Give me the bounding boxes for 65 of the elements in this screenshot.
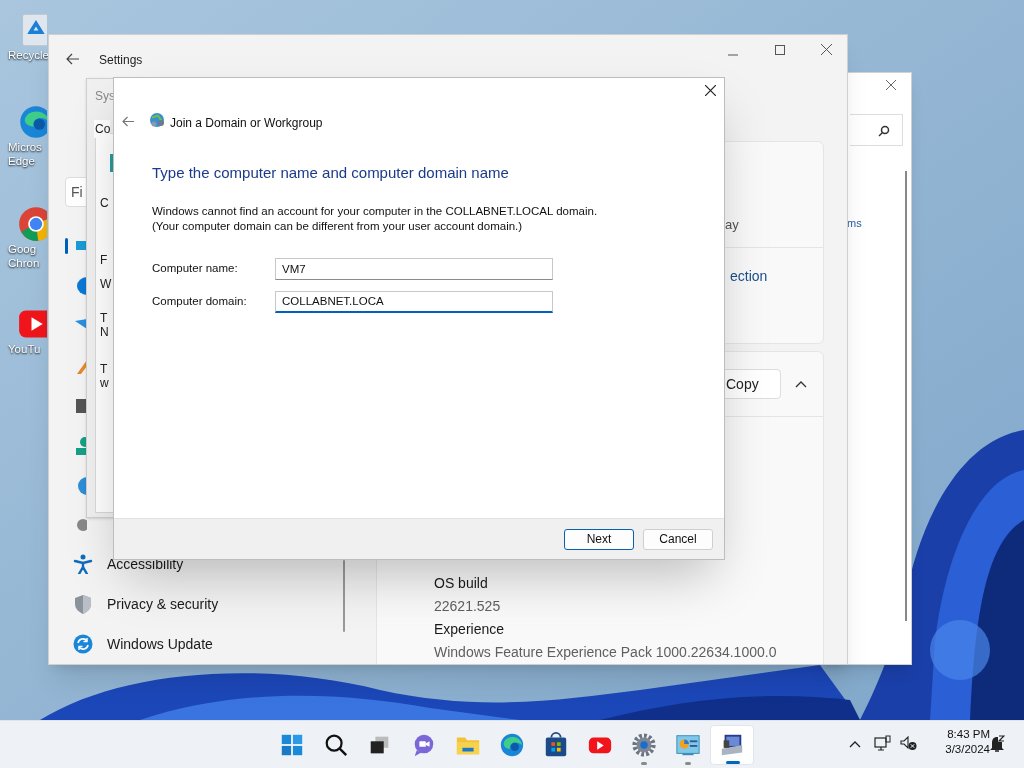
taskbar-button[interactable]: [710, 725, 754, 765]
globe-users-icon: [149, 112, 166, 129]
text-fragment: T: [100, 362, 108, 376]
tab[interactable]: Co: [94, 120, 111, 138]
bell-icon[interactable]: [989, 735, 1005, 753]
gear-icon: [631, 732, 657, 758]
icon-label: YouTu: [8, 342, 41, 356]
text-field[interactable]: COLLABNET.LOCA: [275, 290, 553, 313]
scrollbar[interactable]: [905, 171, 907, 621]
back-arrow-icon[interactable]: [66, 53, 80, 65]
dialog-title: Join a Domain or Workgroup: [170, 115, 323, 132]
spec-label: Experience: [434, 620, 506, 639]
maximize-icon[interactable]: [775, 45, 785, 55]
dialog-button[interactable]: Cancel: [643, 528, 713, 550]
running-indicator: [641, 762, 647, 765]
dialog-button[interactable]: Next: [564, 528, 634, 550]
message-text: Windows cannot find an account for your computer in the COLLABNET.LOCAL domain. (Your computer domain can be different from your user account domain.): [152, 203, 598, 234]
clock-time[interactable]: 8:43 PM: [947, 727, 990, 742]
selection-indicator: [65, 238, 68, 254]
search-field[interactable]: [850, 114, 903, 146]
link-text[interactable]: ms: [847, 215, 862, 232]
start-icon: [279, 732, 305, 758]
spec-value: Windows Feature Experience Pack 1000.22634.1000.0: [434, 643, 777, 662]
icon-label: Chron: [8, 256, 40, 270]
text-field[interactable]: VM7: [275, 257, 553, 280]
nav-item[interactable]: Windows Update: [107, 633, 213, 655]
link-text[interactable]: ection: [730, 266, 768, 287]
dialog-heading: Type the computer name and computer domain name: [152, 163, 510, 183]
scrollbar[interactable]: [343, 560, 345, 632]
close-icon[interactable]: [821, 44, 832, 55]
running-indicator: [685, 762, 691, 765]
spec-value: 22621.525: [434, 597, 502, 616]
text-fragment: N: [100, 325, 109, 339]
field-label: Computer name:: [152, 260, 239, 276]
chevron-up-icon[interactable]: [795, 380, 807, 388]
nav-item[interactable]: Privacy & security: [107, 593, 219, 615]
spec-label: OS build: [434, 574, 489, 593]
icon-label: Goog: [8, 242, 37, 256]
icon-label: Edge: [8, 154, 35, 168]
back-arrow-icon[interactable]: [122, 116, 135, 127]
text-fragment: w: [100, 376, 109, 390]
network-icon[interactable]: [874, 735, 891, 752]
icon-label: Recycle: [8, 48, 49, 62]
volume-muted-icon[interactable]: [900, 736, 917, 751]
chevron-up-icon[interactable]: [849, 740, 861, 748]
icon-label: Micros: [8, 140, 42, 154]
close-icon[interactable]: [705, 85, 716, 96]
browser-icon: [499, 732, 525, 758]
info-text: ay: [725, 216, 739, 234]
search-icon: [323, 732, 349, 758]
text-fragment: W: [100, 277, 112, 291]
accessibility-icon: [73, 554, 93, 574]
store-icon: [543, 732, 569, 758]
sync-icon: [73, 634, 93, 654]
search-icon: [878, 125, 890, 137]
text-fragment: T: [100, 311, 108, 325]
placeholder-text: Fi: [71, 182, 83, 202]
control-panel-icon: [675, 732, 701, 758]
field-label: Computer domain:: [152, 293, 248, 309]
active-indicator: [726, 761, 740, 764]
text-fragment: C: [100, 196, 109, 210]
window-title: Settings: [99, 52, 143, 69]
shield-icon: [73, 594, 93, 614]
clock-date[interactable]: 3/3/2024: [945, 742, 990, 757]
text-fragment: F: [100, 253, 108, 267]
